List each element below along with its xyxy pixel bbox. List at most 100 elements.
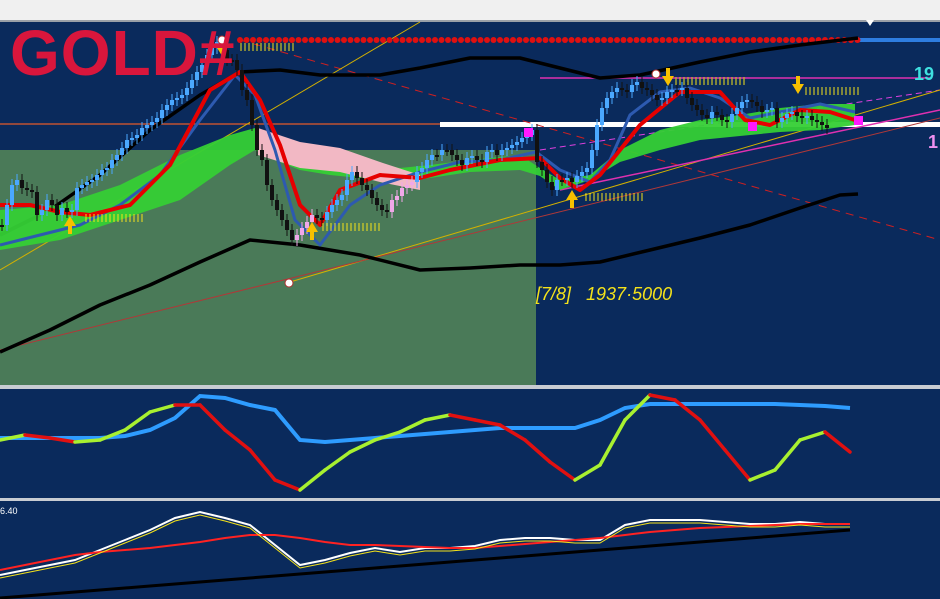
candle-body: [160, 110, 164, 118]
buy-arrow-stem: [570, 200, 574, 208]
candle-body: [120, 148, 124, 155]
dot-marker: [328, 37, 334, 43]
candle-body: [785, 114, 789, 118]
dot-marker: [692, 37, 698, 43]
candle-body: [395, 196, 399, 200]
candle-body: [355, 172, 359, 178]
dot-marker: [588, 37, 594, 43]
dot-marker: [289, 37, 295, 43]
candle-body: [505, 148, 509, 150]
dot-marker: [269, 37, 276, 43]
dot-marker: [432, 37, 438, 43]
magenta-marker: [854, 116, 863, 125]
candle-body: [510, 145, 514, 148]
dot-marker: [718, 37, 724, 43]
candle-body: [265, 160, 269, 185]
candle-body: [730, 114, 734, 122]
candle-body: [315, 215, 319, 218]
candle-body: [130, 138, 134, 140]
candle-body: [255, 125, 259, 150]
candle-body: [360, 178, 364, 185]
candle-body: [825, 125, 829, 128]
dot-marker: [620, 37, 627, 43]
right-label-1: 19: [914, 64, 935, 84]
candle-body: [65, 208, 69, 212]
chart-stage: GOLD# [7/8] 1937·5000 19 1 6.40: [0, 0, 940, 599]
dot-marker: [536, 37, 542, 43]
candle-body: [260, 150, 264, 160]
dot-marker: [360, 37, 367, 43]
candle-body: [270, 185, 274, 200]
candle-body: [85, 182, 89, 185]
dot-marker: [607, 37, 614, 43]
candle-body: [60, 208, 64, 215]
dot-marker: [510, 37, 516, 43]
dot-marker: [549, 37, 555, 43]
dot-marker: [237, 37, 243, 43]
candle-body: [800, 116, 804, 118]
candle-body: [320, 218, 324, 220]
dot-marker: [334, 37, 341, 43]
candle-body: [420, 168, 424, 172]
candle-body: [335, 200, 339, 205]
candle-body: [520, 138, 524, 142]
pane-separator-1: [0, 385, 940, 389]
candle-body: [70, 210, 74, 212]
candle-body: [745, 100, 749, 102]
dot-marker: [302, 37, 308, 43]
dot-marker: [295, 37, 302, 43]
candle-body: [630, 85, 634, 92]
candle-body: [10, 185, 14, 205]
candle-body: [105, 168, 109, 170]
candle-body: [605, 98, 609, 108]
candle-body: [650, 90, 654, 95]
candle-body: [645, 88, 649, 90]
dot-marker: [445, 37, 451, 43]
candle-body: [735, 108, 739, 114]
dot-marker: [276, 37, 282, 43]
circle-marker: [651, 69, 661, 79]
candle-body: [345, 180, 349, 195]
candle-body: [655, 95, 659, 100]
osc2-level-label: 6.40: [0, 506, 18, 516]
candle-body: [305, 222, 309, 228]
osc1-segment: [73, 438, 102, 444]
candle-body: [405, 185, 409, 188]
candle-body: [150, 122, 154, 125]
dot-marker: [750, 37, 757, 43]
dot-marker: [562, 37, 568, 43]
dot-marker: [581, 37, 588, 43]
dot-marker: [568, 37, 575, 43]
candle-body: [590, 150, 594, 168]
candle-body: [90, 180, 94, 182]
candle-body: [660, 98, 664, 100]
candle-body: [695, 105, 699, 110]
dot-marker: [659, 37, 666, 43]
candle-body: [535, 130, 539, 162]
dot-marker: [783, 37, 789, 43]
candle-body: [35, 192, 39, 215]
candle-body: [490, 150, 494, 152]
magenta-marker: [524, 128, 533, 137]
dot-marker: [490, 37, 497, 43]
candle-body: [310, 215, 314, 222]
candle-body: [805, 116, 809, 118]
candle-body: [390, 200, 394, 212]
candle-body: [600, 108, 604, 125]
dot-marker: [601, 37, 607, 43]
candle-body: [715, 112, 719, 115]
dot-marker: [737, 37, 744, 43]
candle-body: [275, 200, 279, 210]
dot-marker: [724, 37, 731, 43]
candle-body: [340, 195, 344, 200]
candle-body: [430, 155, 434, 160]
dot-marker: [243, 37, 250, 43]
candle-body: [665, 92, 669, 98]
candle-body: [480, 160, 484, 162]
dot-marker: [555, 37, 562, 43]
dot-marker: [406, 37, 412, 43]
candle-body: [675, 90, 679, 92]
candle-body: [790, 112, 794, 114]
candle-body: [15, 180, 19, 185]
candle-body: [780, 118, 784, 122]
